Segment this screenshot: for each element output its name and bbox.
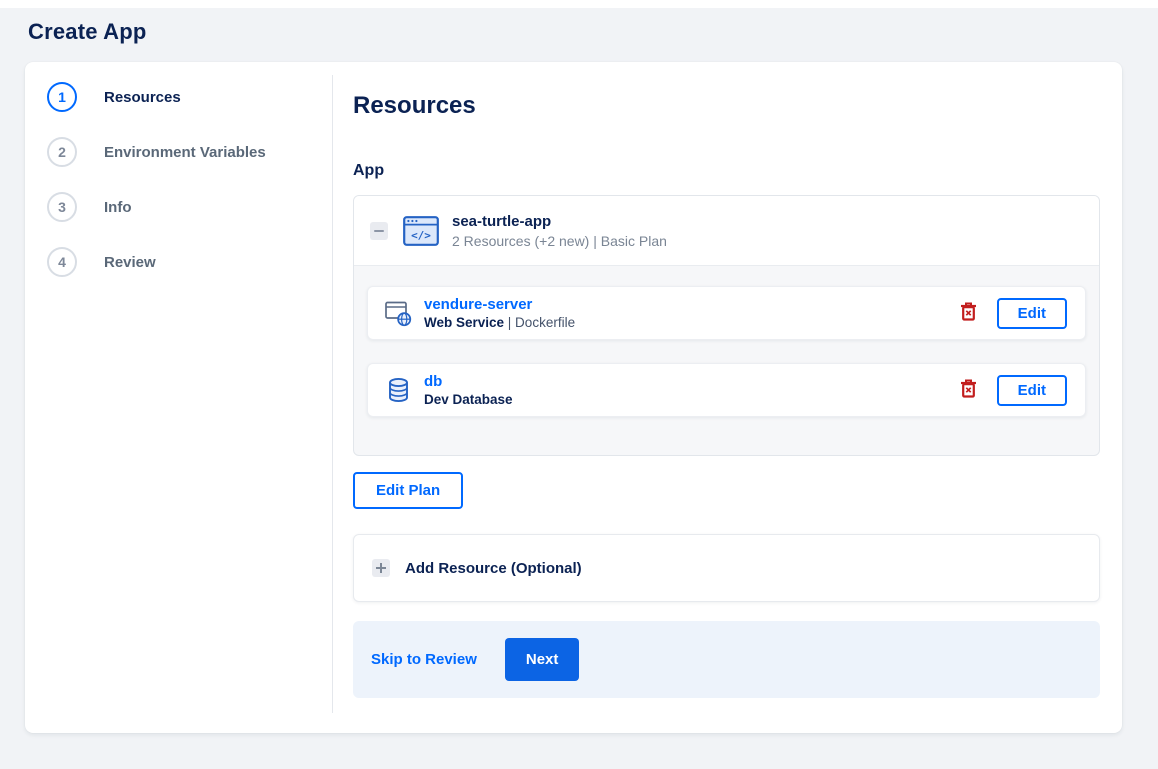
step-number-badge: 4 <box>47 247 77 277</box>
database-icon <box>384 377 412 404</box>
step-number-badge: 1 <box>47 82 77 112</box>
wizard-steps-sidebar: 1 Resources 2 Environment Variables 3 In… <box>25 75 333 713</box>
app-name: sea-turtle-app <box>452 213 552 230</box>
resource-row: db Dev Database Edit <box>367 363 1086 417</box>
step-label: Review <box>104 253 156 271</box>
trash-icon <box>960 302 977 324</box>
page-title: Create App <box>28 19 147 44</box>
step-review[interactable]: 4 Review <box>47 247 332 277</box>
app-card: </> sea-turtle-app 2 Resources (+2 new) … <box>353 195 1100 456</box>
step-resources[interactable]: 1 Resources <box>47 82 332 112</box>
resource-detail: | Dockerfile <box>504 315 576 330</box>
minus-icon <box>374 229 384 233</box>
resource-subtitle: Dev Database <box>424 392 513 407</box>
resources-step-content: Resources App </> sea-turtle-app 2 Resou… <box>333 62 1122 733</box>
step-number-badge: 2 <box>47 137 77 167</box>
add-resource-button[interactable]: Add Resource (Optional) <box>353 534 1100 602</box>
edit-resource-button[interactable]: Edit <box>996 297 1067 329</box>
next-button[interactable]: Next <box>504 638 580 681</box>
resource-name-link[interactable]: db <box>424 373 513 390</box>
web-service-icon <box>384 300 412 327</box>
create-app-card: 1 Resources 2 Environment Variables 3 In… <box>25 62 1122 733</box>
resource-text-block: db Dev Database <box>424 373 513 407</box>
app-summary: 2 Resources (+2 new) | Basic Plan <box>452 233 667 249</box>
app-resources-list: vendure-server Web Service | Dockerfile <box>354 266 1099 455</box>
step-label: Info <box>104 198 132 216</box>
app-window-code-icon: </> <box>403 216 439 246</box>
step-label: Environment Variables <box>104 143 266 161</box>
step-number-badge: 3 <box>47 192 77 222</box>
app-card-header: </> sea-turtle-app 2 Resources (+2 new) … <box>354 196 1099 266</box>
resource-text-block: vendure-server Web Service | Dockerfile <box>424 296 575 330</box>
plus-icon <box>372 559 390 577</box>
app-section-label: App <box>353 162 385 179</box>
resource-type: Web Service <box>424 315 505 330</box>
skip-to-review-link[interactable]: Skip to Review <box>371 651 477 668</box>
wizard-footer-bar: Skip to Review Next <box>353 621 1100 698</box>
resource-type: Dev Database <box>424 392 513 407</box>
edit-resource-button[interactable]: Edit <box>996 374 1067 406</box>
step-environment-variables[interactable]: 2 Environment Variables <box>47 137 332 167</box>
collapse-app-button[interactable] <box>370 222 388 240</box>
delete-resource-button[interactable] <box>956 298 981 328</box>
resource-row: vendure-server Web Service | Dockerfile <box>367 286 1086 340</box>
resource-subtitle: Web Service | Dockerfile <box>424 315 575 330</box>
step-info[interactable]: 3 Info <box>47 192 332 222</box>
resources-heading: Resources <box>353 92 476 119</box>
svg-text:</>: </> <box>411 229 431 242</box>
edit-plan-button[interactable]: Edit Plan <box>353 472 464 509</box>
add-resource-label: Add Resource (Optional) <box>405 559 582 577</box>
delete-resource-button[interactable] <box>956 375 981 405</box>
step-label: Resources <box>104 88 181 106</box>
app-title-block: sea-turtle-app 2 Resources (+2 new) | Ba… <box>452 213 667 249</box>
page-background: Create App 1 Resources 2 Environment Var… <box>0 8 1158 769</box>
trash-icon <box>960 379 977 401</box>
resource-name-link[interactable]: vendure-server <box>424 296 575 313</box>
